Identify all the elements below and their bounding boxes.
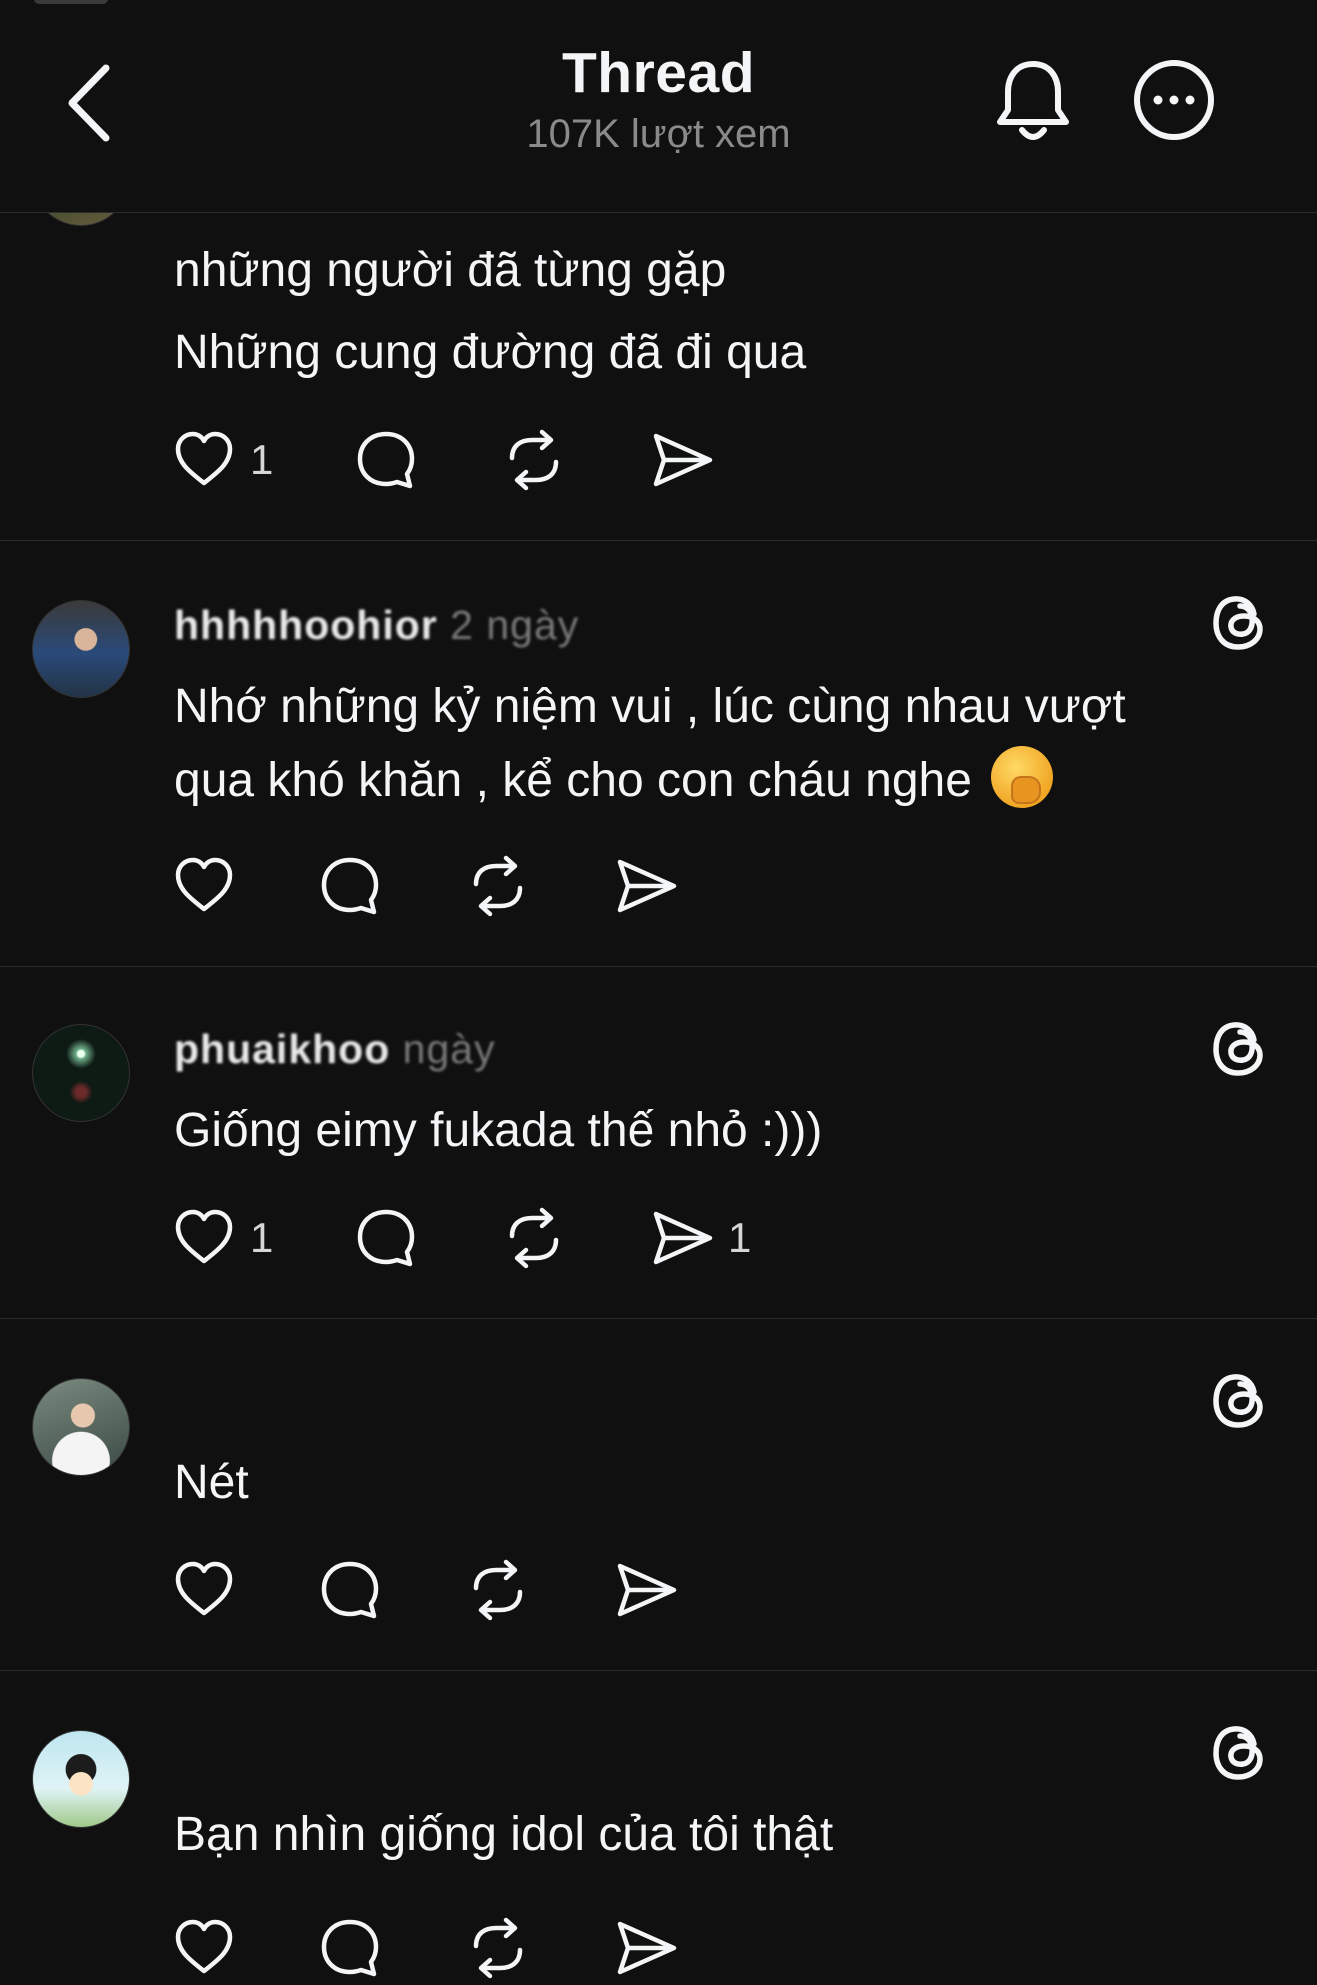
share-button[interactable] [614, 1558, 678, 1622]
share-button[interactable] [650, 428, 714, 492]
like-button[interactable]: 1 [172, 428, 273, 492]
window-grabber [34, 0, 108, 4]
username[interactable]: hhhhhoohior 2 ngày [174, 602, 579, 649]
post-line: Bạn nhìn giống idol của tôi thật [174, 1808, 834, 1861]
thread-page: Thread 107K lượt xem những người đã từng… [0, 0, 1317, 1985]
reply-post: Bạn nhìn giống idol của tôi thật [0, 1670, 1317, 1985]
heart-icon [175, 1209, 233, 1264]
post-text: Bạn nhìn giống idol của tôi thật [174, 1798, 1254, 1872]
share-button[interactable] [614, 1916, 678, 1980]
repost-icon [509, 429, 559, 491]
like-button[interactable]: 1 [172, 1206, 273, 1270]
post-line: Những cung đường đã đi qua [174, 326, 807, 379]
post-line: Nét [174, 1456, 249, 1509]
post-time: 2 ngày [450, 602, 580, 648]
reply-button[interactable] [354, 428, 418, 492]
like-count: 1 [250, 1214, 274, 1261]
notifications-button[interactable] [994, 58, 1072, 144]
send-icon [653, 433, 713, 487]
like-button[interactable] [172, 854, 236, 918]
reply-post: hhhhhoohior 2 ngày Nhớ những kỷ niệm vui… [0, 540, 1317, 967]
send-icon [617, 1921, 677, 1975]
repost-button[interactable] [502, 1206, 566, 1270]
heart-icon [175, 1919, 233, 1974]
repost-icon [473, 1917, 523, 1979]
repost-button[interactable] [466, 854, 530, 918]
send-icon [617, 859, 677, 913]
avatar[interactable] [32, 1378, 130, 1476]
repost-icon [509, 1207, 559, 1269]
repost-button[interactable] [466, 1558, 530, 1622]
repost-icon [473, 1559, 523, 1621]
send-icon [617, 1563, 677, 1617]
post-text: Giống eimy fukada thế nhỏ :))) [174, 1094, 1254, 1168]
username[interactable]: phuaikhoo ngày [174, 1026, 496, 1073]
repost-icon [473, 855, 523, 917]
more-circle-icon [1134, 60, 1214, 140]
post-text: Nhớ những kỷ niệm vui , lúc cùng nhau vư… [174, 670, 1254, 818]
reply-button[interactable] [318, 854, 382, 918]
view-count: 107K lượt xem [526, 112, 791, 156]
share-button[interactable] [614, 854, 678, 918]
page-title: Thread [561, 41, 756, 105]
avatar[interactable] [32, 600, 130, 698]
post-time: ngày [402, 1026, 496, 1072]
like-button[interactable] [172, 1558, 236, 1622]
heart-icon [175, 1561, 233, 1616]
repost-button[interactable] [502, 428, 566, 492]
reply-button[interactable] [354, 1206, 418, 1270]
like-count: 1 [250, 436, 274, 483]
reply-post: phuaikhoo ngày Giống eimy fukada thế nhỏ… [0, 966, 1317, 1319]
threads-logo-icon[interactable] [1208, 1016, 1272, 1080]
comment-icon [321, 857, 379, 915]
comment-icon [321, 1919, 379, 1977]
post-line: qua khó khăn , kể cho con cháu nghe [174, 744, 1254, 818]
repost-button[interactable] [466, 1916, 530, 1980]
threads-logo-icon[interactable] [1208, 590, 1272, 654]
post-text: những người đã từng gặp Những cung đường… [174, 234, 1254, 390]
comment-icon [357, 1209, 415, 1267]
reply-button[interactable] [318, 1916, 382, 1980]
reply-post: Nét [0, 1318, 1317, 1671]
more-options-button[interactable] [1132, 58, 1216, 142]
top-bar: Thread 107K lượt xem [0, 0, 1317, 213]
threads-logo-icon[interactable] [1208, 1368, 1272, 1432]
share-button[interactable]: 1 [650, 1206, 751, 1270]
avatar[interactable] [32, 1730, 130, 1828]
comment-icon [357, 431, 415, 489]
like-button[interactable] [172, 1916, 236, 1980]
heart-icon [175, 857, 233, 912]
send-icon [653, 1211, 713, 1265]
reply-button[interactable] [318, 1558, 382, 1622]
hand-over-mouth-emoji-icon [991, 746, 1054, 808]
bell-icon [997, 61, 1069, 140]
reply-post: những người đã từng gặp Những cung đường… [0, 123, 1317, 541]
threads-logo-icon[interactable] [1208, 1720, 1272, 1784]
post-line: những người đã từng gặp [174, 244, 727, 297]
avatar[interactable] [32, 1024, 130, 1122]
comment-icon [321, 1561, 379, 1619]
heart-icon [175, 431, 233, 486]
post-line: Giống eimy fukada thế nhỏ :))) [174, 1104, 823, 1157]
post-text: Nét [174, 1446, 1254, 1520]
post-line: Nhớ những kỷ niệm vui , lúc cùng nhau vư… [174, 680, 1126, 733]
share-count: 1 [728, 1214, 752, 1261]
